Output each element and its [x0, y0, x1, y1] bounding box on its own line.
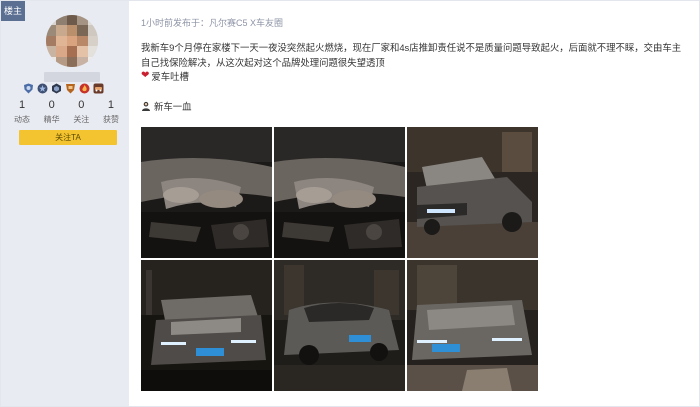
crest-medal-icon[interactable]: [65, 83, 76, 94]
medal-row: [23, 83, 104, 94]
hex-medal-icon[interactable]: [51, 83, 62, 94]
author-sidebar: 楼主 1 动态 0 精华 0 关注 1 获赞 关注TA: [1, 1, 129, 406]
username-redacted[interactable]: [44, 72, 100, 82]
stat-label: 精华: [43, 115, 60, 124]
stat-label: 获赞: [102, 115, 119, 124]
post-tag[interactable]: ❤ 爱车吐槽: [141, 69, 189, 83]
user-badge-label: 新车一血: [154, 101, 192, 112]
forum-link[interactable]: 凡尔赛C5 X车友圈: [209, 18, 283, 28]
car-front-plate-photo-2[interactable]: [407, 260, 538, 391]
stat-label: 关注: [73, 115, 90, 124]
car-front-plate-photo-1[interactable]: [141, 260, 272, 391]
stat-value: 1: [18, 99, 26, 111]
stat-posts[interactable]: 1 动态: [9, 99, 35, 125]
flame-medal-icon[interactable]: [79, 83, 90, 94]
car-front-hood-open-photo[interactable]: [407, 127, 538, 258]
author-stats: 1 动态 0 精华 0 关注 1 获赞: [9, 99, 124, 125]
engine-bay-photo-2[interactable]: [274, 127, 405, 258]
post-tag-label: 爱车吐槽: [151, 71, 189, 82]
user-badge[interactable]: 新车一血: [141, 99, 192, 113]
engine-bay-photo-1[interactable]: [141, 127, 272, 258]
heart-icon: ❤: [141, 70, 150, 81]
stat-following[interactable]: 0 关注: [68, 99, 94, 125]
post-time-label: 1小时前发布于：: [141, 18, 210, 28]
star-medal-icon[interactable]: [37, 83, 48, 94]
stat-value: 1: [107, 99, 115, 111]
stat-label: 动态: [14, 115, 30, 124]
avatar[interactable]: [46, 15, 98, 67]
post-meta: 1小时前发布于：凡尔赛C5 X车友圈: [141, 16, 283, 29]
car-side-night-photo[interactable]: [274, 260, 405, 391]
shield-medal-icon[interactable]: [23, 83, 34, 94]
stat-value: 0: [48, 99, 55, 111]
stat-value: 0: [78, 99, 85, 111]
owner-badge: 楼主: [1, 1, 25, 21]
blurred-avatar-icon: [46, 15, 98, 67]
stat-featured[interactable]: 0 精华: [39, 99, 65, 125]
post-body-text: 我新车9个月停在家楼下一天一夜没突然起火燃烧，现在厂家和4s店推卸责任说不是质量…: [141, 42, 682, 68]
car-medal-icon[interactable]: [93, 83, 104, 94]
follow-button[interactable]: 关注TA: [19, 130, 117, 145]
user-badge-icon: [141, 101, 151, 111]
stat-likes[interactable]: 1 获赞: [98, 99, 124, 125]
